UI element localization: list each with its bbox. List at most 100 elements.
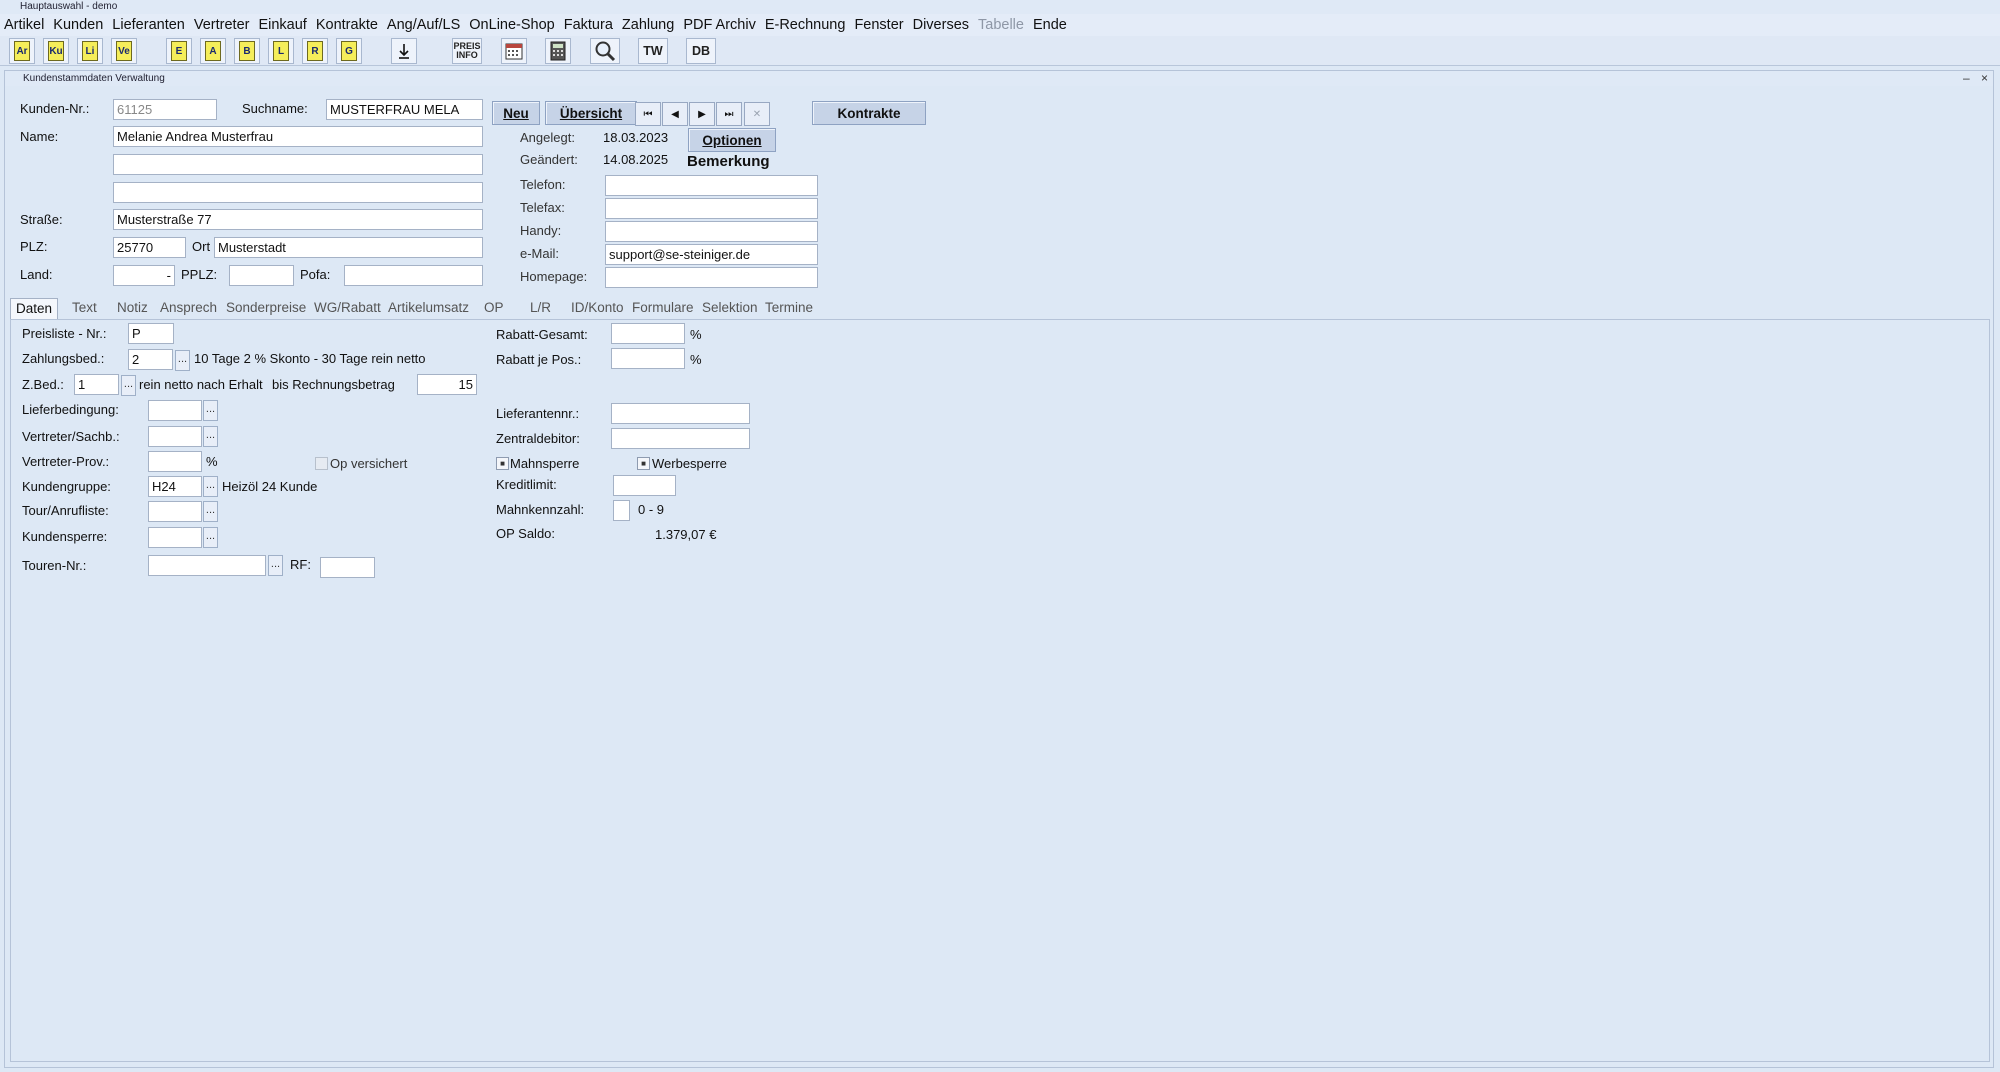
name3-field[interactable] [113, 182, 483, 203]
tour-lookup-button[interactable]: ... [203, 501, 218, 522]
download-toolbar-button[interactable] [391, 38, 417, 64]
bis-rechnungsbetrag-field[interactable]: 15 [417, 374, 477, 395]
tab-selektion[interactable]: Selektion [702, 298, 758, 320]
calendar-toolbar-button[interactable] [501, 38, 527, 64]
name1-field[interactable]: Melanie Andrea Musterfrau [113, 126, 483, 147]
mahnsperre-checkbox[interactable]: ■ [496, 457, 509, 470]
tab-wg-rabatt[interactable]: WG/Rabatt [314, 298, 381, 320]
last-record-button[interactable]: ⏭ [716, 102, 742, 126]
menu-ende[interactable]: Ende [1033, 17, 1067, 33]
tab-notiz[interactable]: Notiz [117, 298, 148, 320]
tw-toolbar-button[interactable]: TW [638, 38, 668, 64]
menu-kunden[interactable]: Kunden [53, 17, 103, 33]
kunden-nr-field[interactable]: 61125 [113, 99, 217, 120]
zentraldebitor-field[interactable] [611, 428, 750, 449]
strasse-field[interactable]: Musterstraße 77 [113, 209, 483, 230]
email-field[interactable]: support@se-steiniger.de [605, 244, 818, 265]
kundensperre-lookup-button[interactable]: ... [203, 527, 218, 548]
db-toolbar-button[interactable]: DB [686, 38, 716, 64]
tab-daten[interactable]: Daten [10, 298, 59, 320]
calculator-toolbar-button[interactable] [545, 38, 571, 64]
r-toolbar-button[interactable]: R [302, 38, 328, 64]
lieferanten-toolbar-button[interactable]: Li [77, 38, 103, 64]
kundengruppe-field[interactable]: H24 [148, 476, 202, 497]
tab-ansprech[interactable]: Ansprech [160, 298, 217, 320]
g-toolbar-button[interactable]: G [336, 38, 362, 64]
menu-pdf-archiv[interactable]: PDF Archiv [683, 17, 756, 33]
menu-faktura[interactable]: Faktura [564, 17, 613, 33]
l-toolbar-button[interactable]: L [268, 38, 294, 64]
kundengruppe-lookup-button[interactable]: ... [203, 476, 218, 497]
neu-button[interactable]: Neu [492, 101, 540, 125]
kunden-toolbar-button[interactable]: Ku [43, 38, 69, 64]
delete-record-button[interactable]: ✕ [744, 102, 770, 126]
lieferantennr-field[interactable] [611, 403, 750, 424]
prev-record-button[interactable]: ◀ [662, 102, 688, 126]
tab-lr[interactable]: L/R [530, 298, 551, 320]
menu-lieferanten[interactable]: Lieferanten [112, 17, 185, 33]
preisliste-field[interactable]: P [128, 323, 174, 344]
b-toolbar-button[interactable]: B [234, 38, 260, 64]
tab-id-konto[interactable]: ID/Konto [571, 298, 624, 320]
first-record-button[interactable]: ⏮ [635, 102, 661, 126]
tab-formulare[interactable]: Formulare [632, 298, 694, 320]
vertreter-lookup-button[interactable]: ... [203, 426, 218, 447]
mahnkennzahl-field[interactable] [613, 500, 630, 521]
search-toolbar-button[interactable] [590, 38, 620, 64]
werbesperre-checkbox[interactable]: ■ [637, 457, 650, 470]
telefon-field[interactable] [605, 175, 818, 196]
telefax-field[interactable] [605, 198, 818, 219]
menu-vertreter[interactable]: Vertreter [194, 17, 250, 33]
menu-zahlung[interactable]: Zahlung [622, 17, 674, 33]
vertreter-field[interactable] [148, 426, 202, 447]
uebersicht-button[interactable]: Übersicht [545, 101, 637, 125]
menu-ang-auf-ls[interactable]: Ang/Auf/LS [387, 17, 460, 33]
pofa-field[interactable] [344, 265, 483, 286]
pplz-field[interactable] [229, 265, 294, 286]
name2-field[interactable] [113, 154, 483, 175]
menu-e-rechnung[interactable]: E-Rechnung [765, 17, 846, 33]
zahlungsbed-lookup-button[interactable]: ... [175, 350, 190, 371]
lieferbedingung-lookup-button[interactable]: ... [203, 400, 218, 421]
vertreter-prov-field[interactable] [148, 451, 202, 472]
optionen-button[interactable]: Optionen [688, 128, 776, 152]
suchname-field[interactable]: MUSTERFRAU MELA [326, 99, 483, 120]
lieferbedingung-field[interactable] [148, 400, 202, 421]
zbed-field[interactable]: 1 [74, 374, 119, 395]
minimize-button[interactable]: – [1963, 71, 1970, 85]
zbed-lookup-button[interactable]: ... [121, 375, 136, 396]
vertreter-toolbar-button[interactable]: Ve [111, 38, 137, 64]
tab-text[interactable]: Text [72, 298, 97, 320]
kundensperre-field[interactable] [148, 527, 202, 548]
ort-field[interactable]: Musterstadt [214, 237, 483, 258]
menu-kontrakte[interactable]: Kontrakte [316, 17, 378, 33]
op-versichert-checkbox[interactable] [315, 457, 328, 470]
homepage-field[interactable] [605, 267, 818, 288]
tab-sonderpreise[interactable]: Sonderpreise [226, 298, 306, 320]
e-toolbar-button[interactable]: E [166, 38, 192, 64]
rf-field[interactable] [320, 557, 375, 578]
touren-nr-lookup-button[interactable]: ... [268, 555, 283, 576]
touren-nr-field[interactable] [148, 555, 266, 576]
menu-fenster[interactable]: Fenster [854, 17, 903, 33]
artikel-toolbar-button[interactable]: Ar [9, 38, 35, 64]
menu-online-shop[interactable]: OnLine-Shop [469, 17, 554, 33]
tab-op[interactable]: OP [484, 298, 504, 320]
tab-termine[interactable]: Termine [765, 298, 813, 320]
menu-artikel[interactable]: Artikel [4, 17, 44, 33]
menu-einkauf[interactable]: Einkauf [258, 17, 306, 33]
preis-info-button[interactable]: PREIS INFO [452, 38, 482, 64]
tab-artikelumsatz[interactable]: Artikelumsatz [388, 298, 469, 320]
land-field[interactable]: - [113, 265, 175, 286]
close-button[interactable]: × [1981, 71, 1988, 85]
kontrakte-button[interactable]: Kontrakte [812, 101, 926, 125]
a-toolbar-button[interactable]: A [200, 38, 226, 64]
tour-field[interactable] [148, 501, 202, 522]
rabatt-gesamt-field[interactable] [611, 323, 685, 344]
rabatt-pos-field[interactable] [611, 348, 685, 369]
kreditlimit-field[interactable] [613, 475, 676, 496]
zahlungsbed-field[interactable]: 2 [128, 349, 173, 370]
plz-field[interactable]: 25770 [113, 237, 186, 258]
handy-field[interactable] [605, 221, 818, 242]
next-record-button[interactable]: ▶ [689, 102, 715, 126]
